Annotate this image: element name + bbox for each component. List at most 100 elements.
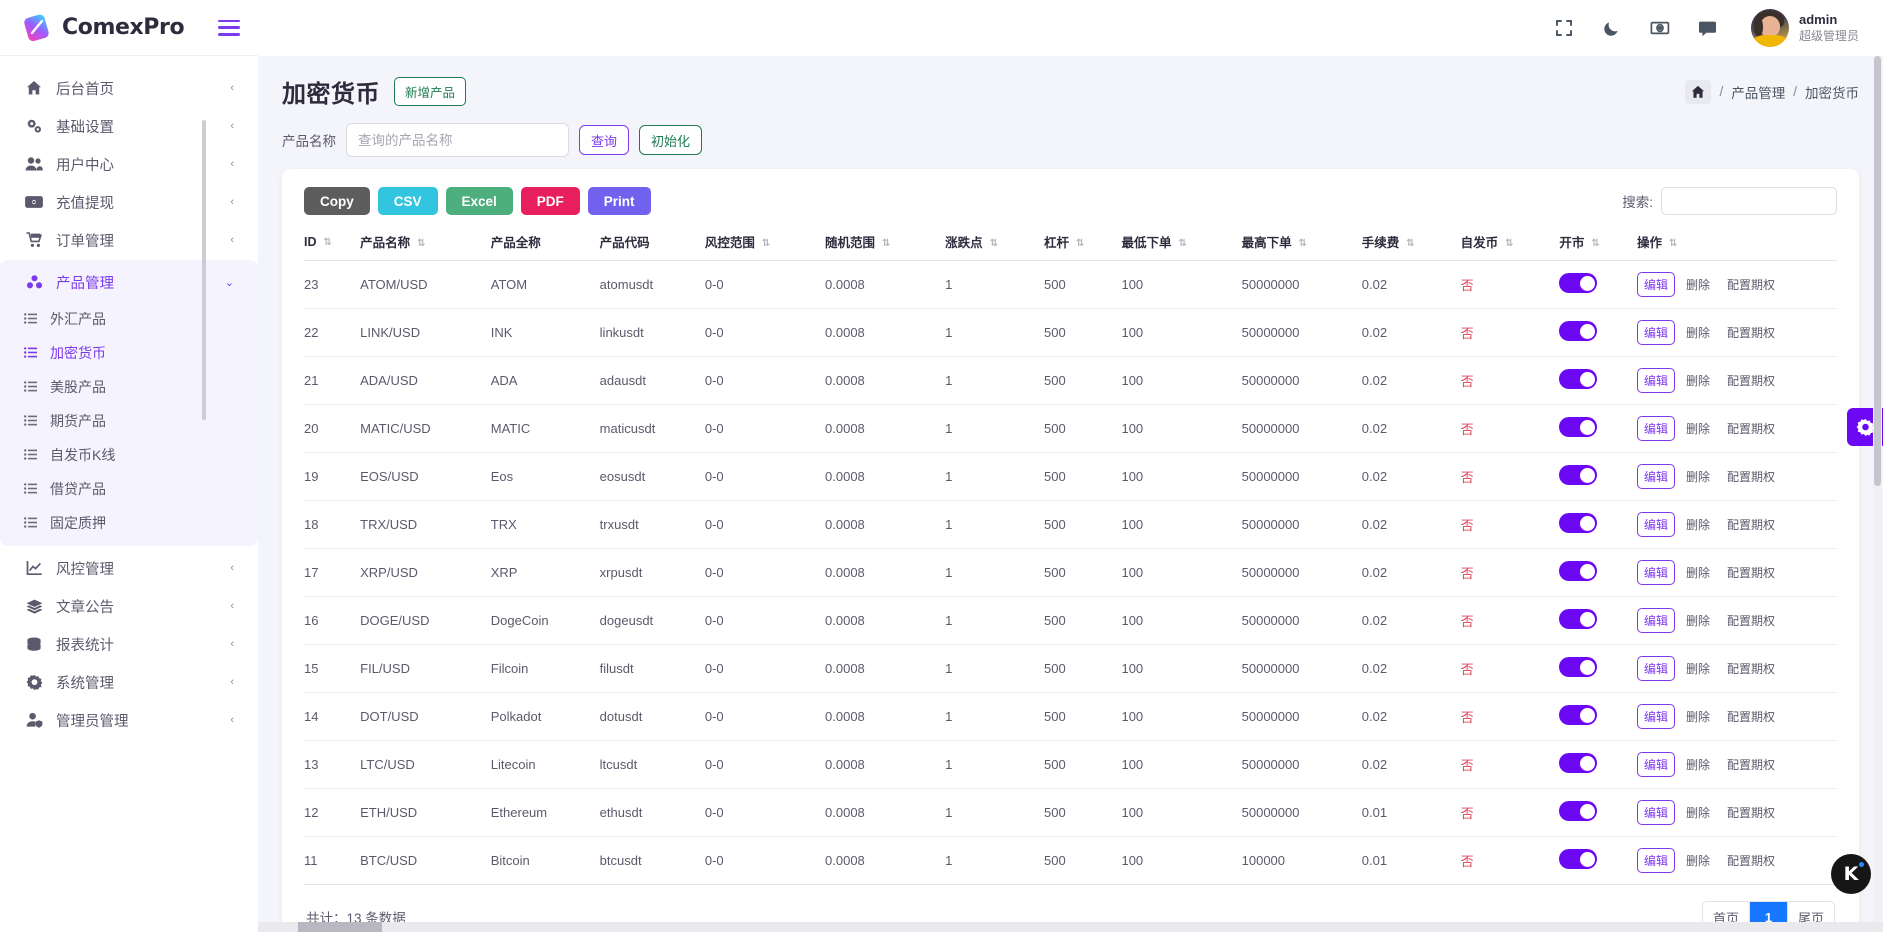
row-action-edit-button[interactable]: 编辑 (1637, 608, 1675, 633)
row-action-option-button[interactable]: 配置期权 (1721, 849, 1781, 872)
column-header[interactable]: 产品全称 (491, 223, 600, 261)
chat-icon[interactable] (1697, 17, 1719, 39)
moon-icon[interactable] (1601, 17, 1623, 39)
row-action-option-button[interactable]: 配置期权 (1721, 417, 1781, 440)
sidebar-item-report-statistics[interactable]: 报表统计 ‹ (10, 626, 248, 662)
row-action-edit-button[interactable]: 编辑 (1637, 368, 1675, 393)
export-button-copy[interactable]: Copy (304, 187, 370, 215)
market-open-toggle[interactable] (1559, 417, 1597, 437)
helper-fab-button[interactable]: K (1831, 854, 1871, 894)
sort-icon[interactable]: ⇅ (417, 238, 424, 249)
sidebar-item-home[interactable]: 后台首页 ‹ (10, 70, 248, 106)
breadcrumb-home-icon[interactable] (1685, 80, 1711, 104)
column-header[interactable]: 产品名称⇅ (360, 223, 491, 261)
row-action-edit-button[interactable]: 编辑 (1637, 512, 1675, 537)
reset-button[interactable]: 初始化 (639, 125, 702, 155)
query-button[interactable]: 查询 (579, 125, 629, 155)
row-action-delete-button[interactable]: 删除 (1680, 657, 1716, 680)
sort-icon[interactable]: ⇅ (1076, 238, 1083, 249)
sidebar-item-system-management[interactable]: 系统管理 ‹ (10, 664, 248, 700)
sidebar-item-forex-products[interactable]: 外汇产品 (10, 302, 248, 335)
row-action-option-button[interactable]: 配置期权 (1721, 273, 1781, 296)
sort-icon[interactable]: ⇅ (990, 238, 997, 249)
sort-icon[interactable]: ⇅ (1299, 238, 1306, 249)
market-open-toggle[interactable] (1559, 801, 1597, 821)
row-action-option-button[interactable]: 配置期权 (1721, 801, 1781, 824)
market-open-toggle[interactable] (1559, 561, 1597, 581)
row-action-option-button[interactable]: 配置期权 (1721, 609, 1781, 632)
row-action-delete-button[interactable]: 删除 (1680, 705, 1716, 728)
breadcrumb-item-product-management[interactable]: 产品管理 (1731, 82, 1785, 102)
sidebar-item-deposit-withdraw[interactable]: 充值提现 ‹ (10, 184, 248, 220)
row-action-option-button[interactable]: 配置期权 (1721, 561, 1781, 584)
column-header[interactable]: 涨跌点⇅ (945, 223, 1044, 261)
market-open-toggle[interactable] (1559, 705, 1597, 725)
column-header[interactable]: 最高下单⇅ (1242, 223, 1362, 261)
row-action-delete-button[interactable]: 删除 (1680, 609, 1716, 632)
sidebar-item-basic-settings[interactable]: 基础设置 ‹ (10, 108, 248, 144)
sort-icon[interactable]: ⇅ (762, 238, 769, 249)
product-name-input[interactable] (346, 123, 569, 157)
horizontal-scrollbar[interactable] (0, 922, 1883, 932)
column-header[interactable]: 杠杆⇅ (1044, 223, 1121, 261)
search-input[interactable] (1661, 187, 1837, 215)
row-action-edit-button[interactable]: 编辑 (1637, 272, 1675, 297)
sort-icon[interactable]: ⇅ (882, 238, 889, 249)
column-header[interactable]: 自发币⇅ (1461, 223, 1560, 261)
row-action-edit-button[interactable]: 编辑 (1637, 416, 1675, 441)
row-action-delete-button[interactable]: 删除 (1680, 321, 1716, 344)
export-button-pdf[interactable]: PDF (521, 187, 580, 215)
row-action-delete-button[interactable]: 删除 (1680, 561, 1716, 584)
page-scrollbar[interactable] (1873, 56, 1882, 932)
sidebar-item-product-management[interactable]: 产品管理 ⌄ (10, 264, 248, 300)
sort-icon[interactable]: ⇅ (324, 237, 331, 248)
export-button-print[interactable]: Print (588, 187, 651, 215)
column-header[interactable]: 操作⇅ (1637, 223, 1837, 261)
row-action-delete-button[interactable]: 删除 (1680, 369, 1716, 392)
column-header[interactable]: 最低下单⇅ (1121, 223, 1241, 261)
market-open-toggle[interactable] (1559, 513, 1597, 533)
export-button-excel[interactable]: Excel (446, 187, 513, 215)
row-action-delete-button[interactable]: 删除 (1680, 753, 1716, 776)
row-action-option-button[interactable]: 配置期权 (1721, 369, 1781, 392)
row-action-option-button[interactable]: 配置期权 (1721, 321, 1781, 344)
row-action-delete-button[interactable]: 删除 (1680, 273, 1716, 296)
sort-icon[interactable]: ⇅ (1178, 238, 1185, 249)
user-menu[interactable]: admin 超级管理员 (1751, 9, 1859, 47)
sort-icon[interactable]: ⇅ (1505, 238, 1512, 249)
row-action-delete-button[interactable]: 删除 (1680, 513, 1716, 536)
market-open-toggle[interactable] (1559, 321, 1597, 341)
market-open-toggle[interactable] (1559, 609, 1597, 629)
market-open-toggle[interactable] (1559, 369, 1597, 389)
sidebar-scrollbar[interactable] (202, 120, 206, 420)
row-action-delete-button[interactable]: 删除 (1680, 417, 1716, 440)
sidebar-item-order-management[interactable]: 订单管理 ‹ (10, 222, 248, 258)
sort-icon[interactable]: ⇅ (1669, 238, 1676, 249)
export-button-csv[interactable]: CSV (378, 187, 438, 215)
sidebar-item-articles-notices[interactable]: 文章公告 ‹ (10, 588, 248, 624)
sort-icon[interactable]: ⇅ (1591, 238, 1598, 249)
market-open-toggle[interactable] (1559, 753, 1597, 773)
market-open-toggle[interactable] (1559, 849, 1597, 869)
row-action-delete-button[interactable]: 删除 (1680, 849, 1716, 872)
column-header[interactable]: 产品代码 (600, 223, 705, 261)
sidebar-item-futures[interactable]: 期货产品 (10, 404, 248, 437)
sidebar-toggle-button[interactable] (218, 20, 240, 36)
sort-icon[interactable]: ⇅ (1406, 238, 1413, 249)
sidebar-item-fixed-staking[interactable]: 固定质押 (10, 506, 248, 539)
market-open-toggle[interactable] (1559, 657, 1597, 677)
sidebar-item-user-center[interactable]: 用户中心 ‹ (10, 146, 248, 182)
row-action-edit-button[interactable]: 编辑 (1637, 752, 1675, 777)
row-action-edit-button[interactable]: 编辑 (1637, 320, 1675, 345)
sidebar-item-us-stocks[interactable]: 美股产品 (10, 370, 248, 403)
sidebar-item-self-coin-kline[interactable]: 自发币K线 (10, 438, 248, 471)
row-action-edit-button[interactable]: 编辑 (1637, 704, 1675, 729)
column-header[interactable]: 开市⇅ (1559, 223, 1637, 261)
row-action-option-button[interactable]: 配置期权 (1721, 657, 1781, 680)
column-header[interactable]: ID⇅ (304, 223, 360, 261)
row-action-edit-button[interactable]: 编辑 (1637, 848, 1675, 873)
market-open-toggle[interactable] (1559, 465, 1597, 485)
add-product-button[interactable]: 新增产品 (394, 77, 466, 106)
row-action-option-button[interactable]: 配置期权 (1721, 705, 1781, 728)
column-header[interactable]: 手续费⇅ (1362, 223, 1461, 261)
